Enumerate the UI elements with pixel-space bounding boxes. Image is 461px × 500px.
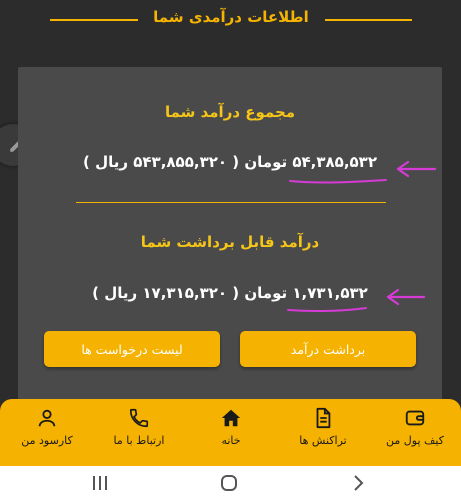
nav-item-wallet[interactable]: کیف پول من	[369, 407, 461, 447]
document-icon	[316, 407, 331, 429]
nav-item-home[interactable]: خانه	[185, 407, 277, 447]
wallet-icon	[405, 410, 425, 426]
bottom-navigation: کیف پول من تراکنش ها خانه ارتباط با ما ک…	[0, 399, 461, 466]
nav-label-profile: کارسود من	[21, 434, 73, 447]
home-button-icon[interactable]	[219, 473, 239, 493]
nav-label-home: خانه	[221, 434, 241, 447]
screen: اطلاعات درآمدی شما مجموع درآمد شما ۵۴,۳۸…	[0, 0, 461, 500]
system-navigation-bar	[0, 466, 461, 500]
nav-item-profile[interactable]: کارسود من	[1, 407, 93, 447]
nav-label-contact: ارتباط با ما	[113, 434, 165, 447]
user-icon	[38, 409, 56, 427]
nav-label-transactions: تراکنش ها	[299, 434, 347, 447]
home-icon	[221, 409, 241, 427]
recent-apps-icon[interactable]	[90, 473, 110, 493]
annotation-arrow-withdrawable	[386, 288, 426, 306]
nav-item-contact[interactable]: ارتباط با ما	[93, 407, 185, 447]
nav-item-transactions[interactable]: تراکنش ها	[277, 407, 369, 447]
annotation-underline-total	[289, 179, 387, 184]
annotation-arrow-total	[396, 160, 437, 178]
phone-icon	[129, 408, 149, 428]
annotation-marks	[287, 160, 437, 313]
annotation-underline-withdrawable	[287, 307, 367, 313]
back-icon[interactable]	[348, 473, 368, 493]
nav-label-wallet: کیف پول من	[386, 434, 444, 447]
